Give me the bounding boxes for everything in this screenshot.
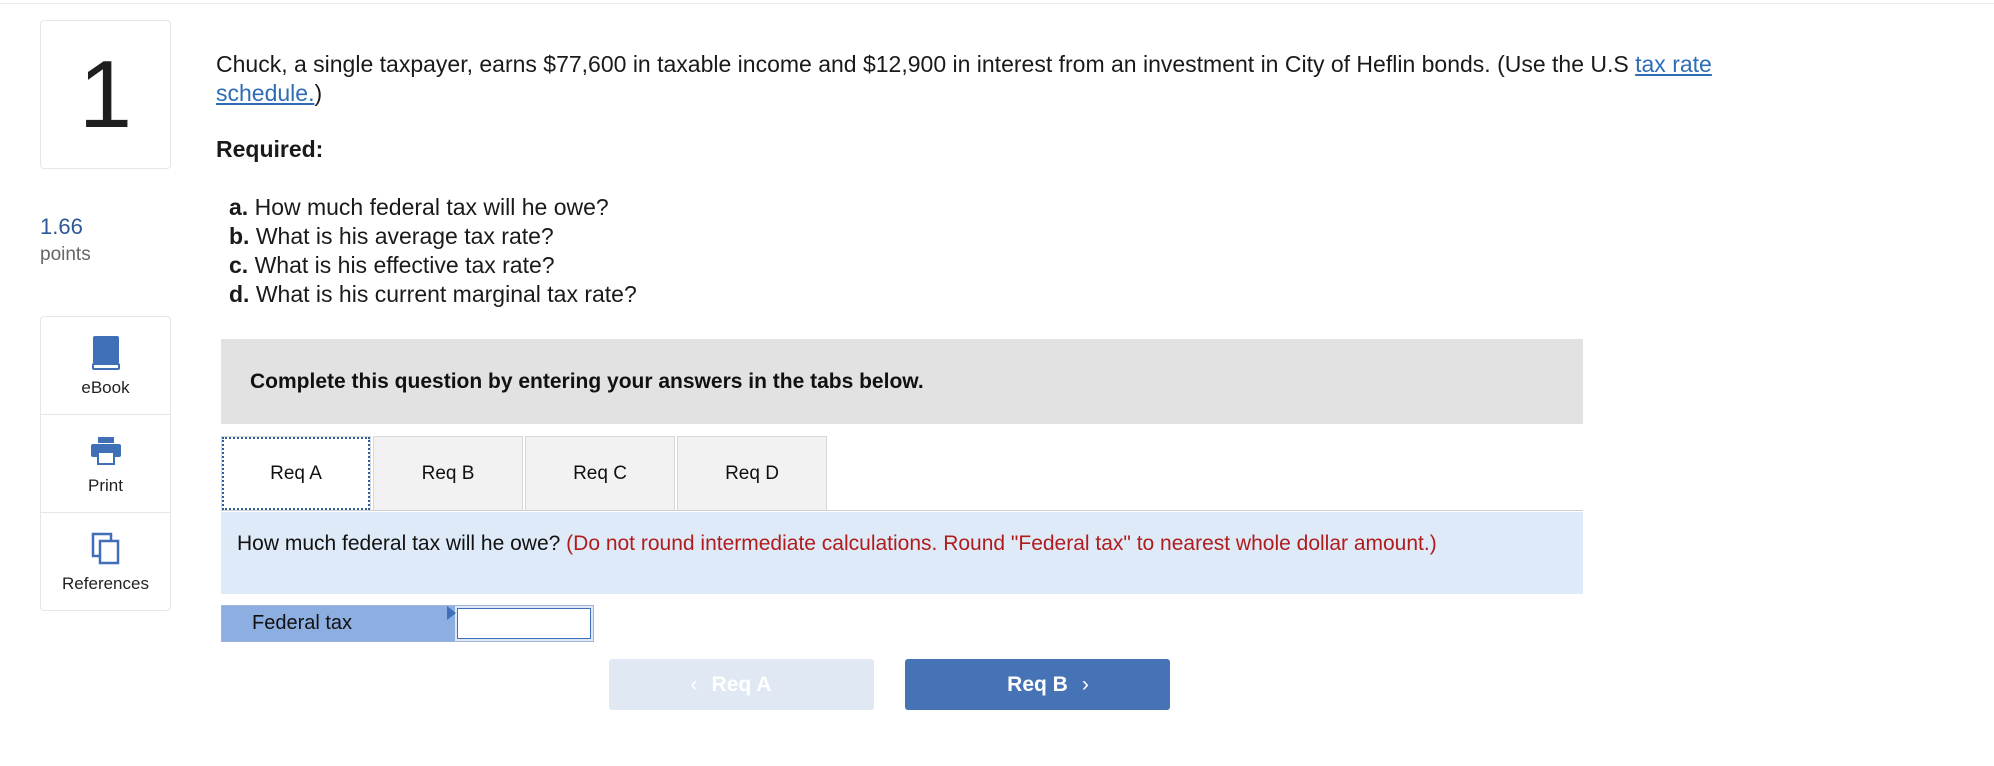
tab-req-a[interactable]: Req A [221,436,371,511]
prev-req-button[interactable]: ‹ Req A ‹ [609,659,874,710]
points-label: points [40,244,91,265]
references-label: References [62,574,149,593]
tools-panel: eBook Print References [40,316,171,611]
tab-req-c[interactable]: Req C [525,436,675,511]
prompt-text-end: ) [314,80,323,106]
question-number: 1 [78,40,133,148]
printer-icon [89,432,123,470]
list-item: b. What is his average tax rate? [229,223,554,249]
answer-row: Federal tax [221,605,594,642]
points-value: 1.66 [40,214,83,239]
question-number-box: 1 [40,20,171,169]
requirement-question: How much federal tax will he owe? [237,532,567,555]
requirements-list: a. How much federal tax will he owe? b. … [229,193,1736,309]
tabs-divider [221,510,1583,511]
required-heading: Required: [216,136,324,162]
list-item: c. What is his effective tax rate? [229,252,555,278]
list-item: d. What is his current marginal tax rate… [229,281,637,307]
instructions-banner: Complete this question by entering your … [221,339,1583,424]
question-content: Chuck, a single taxpayer, earns $77,600 … [216,50,1736,309]
ebook-label: eBook [81,377,130,397]
chevron-right-icon: › [1081,672,1089,696]
references-button[interactable]: References [41,513,170,611]
top-divider [0,3,1994,4]
question-prompt: Chuck, a single taxpayer, earns $77,600 … [216,50,1736,108]
requirement-tabs: Req A Req B Req C Req D [221,436,829,511]
prev-req-label: Req A [711,672,772,696]
banner-text: Complete this question by entering your … [250,369,924,393]
next-req-label: Req B [1007,672,1068,696]
federal-tax-label: Federal tax [222,606,456,641]
copy-icon [89,530,123,568]
requirement-panel: How much federal tax will he owe? (Do no… [221,512,1583,594]
tab-req-b[interactable]: Req B [373,436,523,511]
next-req-button[interactable]: › Req B › [905,659,1170,710]
federal-tax-input[interactable] [457,608,591,639]
list-item: a. How much federal tax will he owe? [229,194,609,220]
rounding-note: (Do not round intermediate calculations.… [566,532,1437,555]
ebook-button[interactable]: eBook [41,317,170,415]
tab-req-d[interactable]: Req D [677,436,827,511]
answer-input-wrap [455,606,593,641]
print-label: Print [88,475,123,495]
cell-marker-icon [447,606,456,620]
prompt-text: Chuck, a single taxpayer, earns $77,600 … [216,51,1636,77]
book-icon [89,334,123,372]
chevron-left-icon: ‹ [690,672,698,696]
print-button[interactable]: Print [41,415,170,513]
